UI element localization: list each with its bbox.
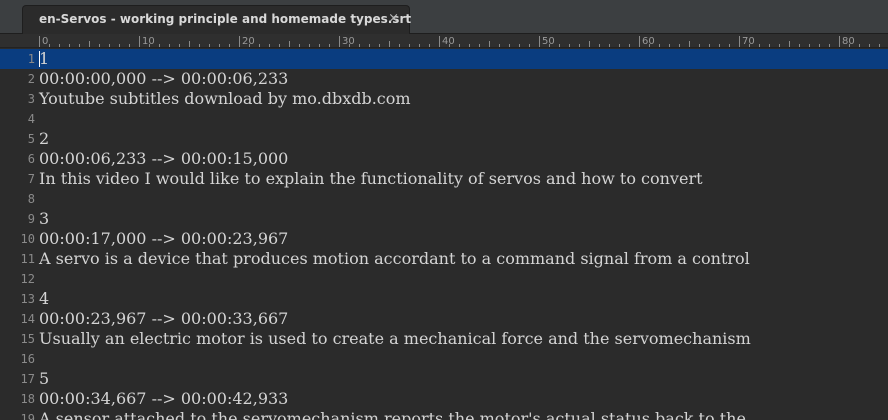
- line-number: 3: [27, 92, 35, 106]
- line-text: In this video I would like to explain th…: [39, 169, 703, 188]
- editor-line[interactable]: 15 Usually an electric motor is used to c…: [0, 329, 888, 349]
- line-number: 8: [27, 192, 35, 206]
- line-number: 5: [27, 132, 35, 146]
- editor-line[interactable]: 52: [0, 129, 888, 149]
- line-number: 10: [20, 232, 35, 246]
- line-number: 4: [27, 112, 35, 126]
- ruler-label: 40: [442, 36, 455, 47]
- line-number: 6: [27, 152, 35, 166]
- ruler-label: 60: [642, 36, 655, 47]
- editor-text-area[interactable]: 1 1 2 00:00:00,000 --> 00:00:06,233 3 Youtube…: [0, 48, 888, 420]
- editor-line[interactable]: 18 00:00:34,667 --> 00:00:42,933: [0, 389, 888, 409]
- current-line[interactable]: 11: [0, 49, 888, 69]
- editor-line[interactable]: 3 Youtube subtitles download by mo.dbxdb.…: [0, 89, 888, 109]
- line-text: 00:00:34,667 --> 00:00:42,933: [39, 389, 289, 408]
- ruler-label: 10: [142, 36, 155, 47]
- line-text: 00:00:06,233 --> 00:00:15,000: [39, 149, 289, 168]
- line-text: 00:00:17,000 --> 00:00:23,967: [39, 229, 289, 248]
- editor-line[interactable]: 10 00:00:17,000 --> 00:00:23,967: [0, 229, 888, 249]
- column-ruler: 0 10 20 30 40 50 60 70 80: [0, 34, 888, 48]
- editor-line[interactable]: 19 A sensor attached to the servomechanis…: [0, 409, 888, 420]
- editor-line[interactable]: 12: [0, 269, 888, 289]
- line-text: Youtube subtitles download by mo.dbxdb.c…: [39, 89, 411, 108]
- line-number: 11: [20, 252, 35, 266]
- line-text: 1: [39, 49, 50, 68]
- text-cursor: [39, 51, 40, 67]
- line-number: 2: [27, 72, 35, 86]
- ruler-ticks: 0 10 20 30 40 50 60 70 80: [39, 36, 880, 47]
- editor-line[interactable]: 7 In this video I would like to explain t…: [0, 169, 888, 189]
- line-number: 15: [20, 332, 35, 346]
- file-tab[interactable]: en-Servos - working principle and homema…: [22, 5, 412, 34]
- line-number: 19: [20, 412, 35, 420]
- tab-bar: en-Servos - working principle and homema…: [0, 0, 888, 34]
- line-text: 5: [39, 369, 50, 388]
- line-text: A sensor attached to the servomechanism …: [39, 409, 746, 420]
- editor-line[interactable]: 6 00:00:06,233 --> 00:00:15,000: [0, 149, 888, 169]
- line-number: 9: [27, 212, 35, 226]
- editor-line[interactable]: 16: [0, 349, 888, 369]
- line-text: 00:00:23,967 --> 00:00:33,667: [39, 309, 289, 328]
- line-number: 14: [20, 312, 35, 326]
- editor-line[interactable]: 2 00:00:00,000 --> 00:00:06,233: [0, 69, 888, 89]
- line-text: Usually an electric motor is used to cre…: [39, 329, 751, 348]
- line-text: 2: [39, 129, 50, 148]
- line-text: 4: [39, 289, 50, 308]
- line-number: 12: [20, 272, 35, 286]
- ruler-label: 80: [842, 36, 855, 47]
- line-number: 13: [20, 292, 35, 306]
- ruler-label: 70: [742, 36, 755, 47]
- line-number: 16: [20, 352, 35, 366]
- editor-line[interactable]: 8: [0, 189, 888, 209]
- editor-line[interactable]: 14 00:00:23,967 --> 00:00:33,667: [0, 309, 888, 329]
- ruler-label: 30: [342, 36, 355, 47]
- editor-line[interactable]: 4: [0, 109, 888, 129]
- line-text: 00:00:00,000 --> 00:00:06,233: [39, 69, 289, 88]
- editor-line[interactable]: 13 4: [0, 289, 888, 309]
- line-number: 1: [27, 52, 35, 66]
- close-icon[interactable]: ×: [388, 11, 399, 27]
- line-text: A servo is a device that produces motion…: [39, 249, 750, 268]
- line-number: 7: [27, 172, 35, 186]
- line-text: 3: [39, 209, 50, 228]
- editor-line[interactable]: 93: [0, 209, 888, 229]
- ruler-label: 50: [542, 36, 555, 47]
- line-number: 18: [20, 392, 35, 406]
- line-number: 17: [20, 372, 35, 386]
- ruler-label: 0: [42, 36, 48, 47]
- editor-line[interactable]: 17 5: [0, 369, 888, 389]
- editor-line[interactable]: 11 A servo is a device that produces moti…: [0, 249, 888, 269]
- ruler-label: 20: [242, 36, 255, 47]
- tab-title: en-Servos - working principle and homema…: [39, 12, 412, 26]
